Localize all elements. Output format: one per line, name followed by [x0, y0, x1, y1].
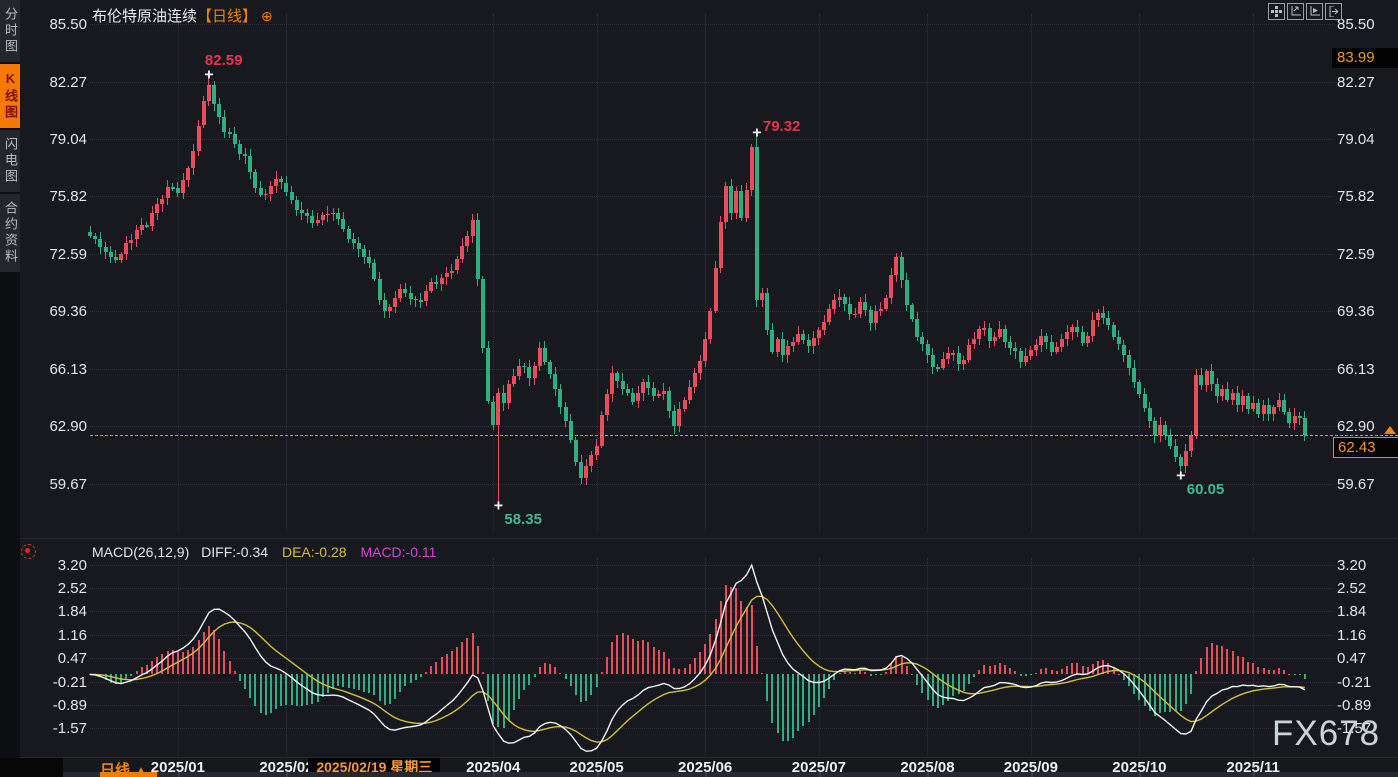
chart-title-row: 布伦特原油连续【日线】⊕: [92, 5, 273, 26]
chart-toolbar: [1268, 3, 1342, 20]
price-axis-label: 66.13: [1337, 362, 1375, 377]
goto-latest-icon[interactable]: [1325, 3, 1342, 20]
period-tag: 【日线】: [197, 8, 257, 25]
price-axis-label: 59.67: [1337, 477, 1375, 492]
bottom-corner: [0, 758, 63, 777]
sidebar-item-active[interactable]: K线图: [0, 64, 20, 128]
extreme-cross-marker: +: [1176, 467, 1185, 485]
macd-axis-label: 1.16: [1337, 628, 1366, 643]
price-direction-arrow-icon: [1384, 426, 1396, 434]
session-high-marker: 83.99: [1332, 48, 1398, 68]
annotation-layer: +82.59+79.32+58.35+60.05: [0, 0, 1334, 538]
scrollbar-tick: [1031, 772, 1033, 777]
chart-type-sidebar: 分时图K线图闪电图合约资料: [0, 0, 20, 758]
macd-axis-label: 0.47: [1337, 651, 1366, 666]
macd-axis-label: 3.20: [1337, 558, 1366, 573]
price-axis-label: 69.36: [1337, 304, 1375, 319]
scrollbar-tick: [819, 772, 821, 777]
price-axis-label: 62.90: [1337, 419, 1375, 434]
macd-header: MACD(26,12,9) DIFF:-0.34 DEA:-0.28 MACD:…: [92, 544, 436, 560]
macd-line: [90, 596, 1305, 742]
macd-line: [90, 565, 1305, 751]
extreme-price-label: 82.59: [205, 52, 243, 69]
pane-separator: [20, 538, 1398, 539]
macd-macd-value: MACD:-0.11: [360, 544, 436, 560]
macd-diff-value: DIFF:-0.34: [201, 544, 268, 560]
expand-icon[interactable]: ⊕: [261, 8, 273, 24]
scrollbar-tick: [705, 772, 707, 777]
price-axis-label: 85.50: [1337, 17, 1375, 32]
macd-axis-label: 1.84: [1337, 604, 1366, 619]
macd-dea-value: DEA:-0.28: [282, 544, 347, 560]
macd-axis-label: 2.52: [1337, 581, 1366, 596]
macd-axis-label: -0.21: [1337, 675, 1371, 690]
macd-lines-layer: [0, 540, 1334, 757]
price-axis-label: 79.04: [1337, 132, 1375, 147]
scrollbar-tick: [1253, 772, 1255, 777]
extreme-price-label: 58.35: [504, 511, 542, 528]
scrollbar-tick: [493, 772, 495, 777]
price-axis-label: 72.59: [1337, 247, 1375, 262]
watermark: FX678: [1272, 714, 1380, 754]
scrollbar-tick: [927, 772, 929, 777]
extreme-price-label: 79.32: [763, 118, 801, 135]
scrollbar-tick: [178, 772, 180, 777]
axis-zoom-icon[interactable]: [1287, 3, 1304, 20]
scrollbar-tick: [286, 772, 288, 777]
chart-scrollbar[interactable]: [63, 772, 1398, 777]
sidebar-item-tab[interactable]: 合约资料: [0, 194, 20, 272]
pan-icon[interactable]: [1268, 3, 1285, 20]
price-axis-label: 82.27: [1337, 75, 1375, 90]
sidebar-item-tab[interactable]: 闪电图: [0, 130, 20, 192]
extreme-cross-marker: +: [494, 498, 503, 516]
axis-autoscale-icon[interactable]: [1306, 3, 1323, 20]
extreme-cross-marker: +: [752, 124, 761, 142]
scrollbar-tick: [597, 772, 599, 777]
scrollbar-tick: [1139, 772, 1141, 777]
macd-name: MACD(26,12,9): [92, 544, 189, 560]
price-axis-label: 75.82: [1337, 189, 1375, 204]
instrument-title: 布伦特原油连续: [92, 8, 197, 25]
last-price-line: [90, 435, 1398, 436]
chart-app: 分时图K线图闪电图合约资料 布伦特原油连续【日线】⊕ 85.5085.5082.…: [0, 0, 1398, 777]
macd-axis-label: -0.89: [1337, 698, 1371, 713]
last-price-readout: 62.43: [1333, 437, 1398, 458]
sidebar-item-tab[interactable]: 分时图: [0, 0, 20, 62]
extreme-price-label: 60.05: [1187, 481, 1225, 498]
scrollbar-thumb[interactable]: [100, 772, 157, 777]
indicator-settings-icon[interactable]: [21, 544, 36, 559]
